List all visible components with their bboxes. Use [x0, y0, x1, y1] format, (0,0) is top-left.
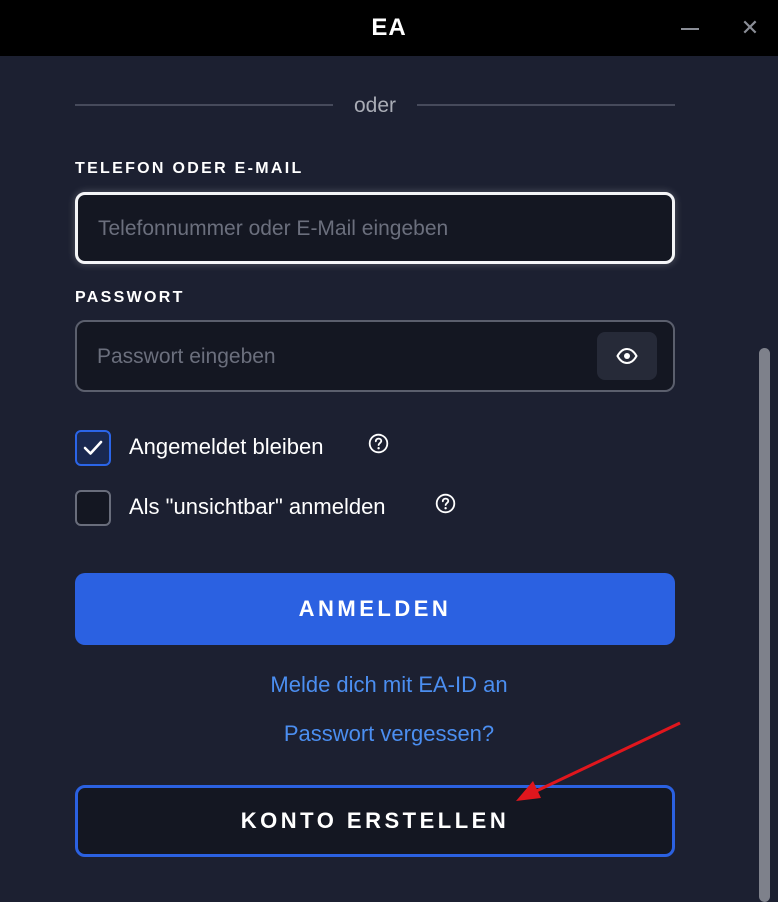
divider-left — [75, 104, 333, 106]
password-field[interactable] — [75, 320, 675, 392]
help-circle-icon[interactable] — [435, 493, 456, 514]
show-password-button[interactable] — [597, 332, 657, 380]
title-bar: EA ✕ — [0, 0, 778, 56]
create-account-button[interactable]: KONTO ERSTELLEN — [75, 785, 675, 857]
stay-signed-in-label: Angemeldet bleiben — [129, 434, 324, 459]
eye-icon — [616, 347, 638, 365]
divider-right — [417, 104, 675, 106]
scrollbar-thumb[interactable] — [759, 348, 770, 902]
close-icon: ✕ — [740, 15, 760, 40]
password-input[interactable] — [95, 322, 569, 392]
email-label: TELEFON ODER E-MAIL — [75, 160, 304, 177]
minimize-button[interactable] — [676, 14, 704, 42]
divider-text: oder — [353, 94, 397, 117]
annotation-arrow-icon — [516, 721, 681, 801]
sign-in-button[interactable]: ANMELDEN — [75, 573, 675, 645]
email-input[interactable] — [96, 195, 570, 263]
window-title: EA — [371, 14, 407, 41]
help-circle-icon[interactable] — [368, 433, 389, 454]
invisible-label: Als "unsichtbar" anmelden — [129, 494, 386, 519]
invisible-checkbox[interactable] — [75, 490, 111, 526]
forgot-password-link[interactable]: Passwort vergessen? — [0, 721, 778, 747]
login-form: oder TELEFON ODER E-MAIL PASSWORT Angeme… — [0, 56, 778, 902]
minimize-icon — [681, 28, 699, 30]
email-field[interactable] — [75, 192, 675, 264]
ea-id-link[interactable]: Melde dich mit EA-ID an — [0, 672, 778, 698]
checkmark-icon — [83, 440, 103, 455]
close-button[interactable]: ✕ — [736, 14, 764, 42]
stay-signed-in-checkbox[interactable] — [75, 430, 111, 466]
password-label: PASSWORT — [75, 289, 185, 306]
